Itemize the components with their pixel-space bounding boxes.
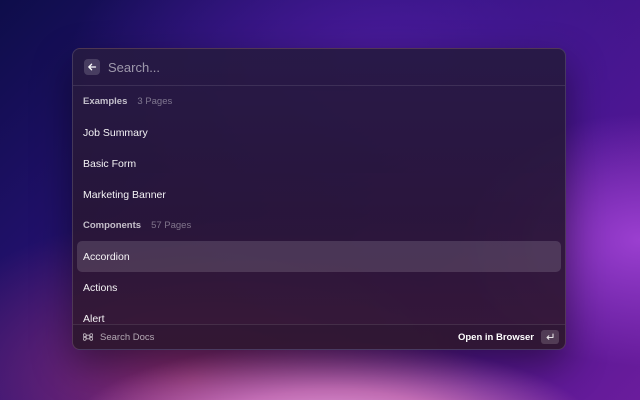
search-input[interactable] <box>108 59 565 75</box>
list-item-label: Basic Form <box>83 157 137 170</box>
desktop-background: Examples 3 Pages Job Summary Basic Form … <box>0 0 640 400</box>
section-count: 3 Pages <box>137 96 173 107</box>
list-item-label: Job Summary <box>83 126 148 139</box>
results-list: Examples 3 Pages Job Summary Basic Form … <box>73 86 565 326</box>
open-in-browser-label: Open in Browser <box>457 331 534 343</box>
section-header-components: Components 57 Pages <box>77 210 561 241</box>
search-docs-label: Search Docs <box>100 331 155 343</box>
search-docs-button[interactable]: Search Docs <box>83 332 154 343</box>
list-item-label: Marketing Banner <box>83 188 166 201</box>
search-bar <box>73 49 565 86</box>
palette-footer: Search Docs Open in Browser <box>73 324 565 349</box>
list-item-job-summary[interactable]: Job Summary <box>77 117 561 148</box>
enter-key-icon <box>541 330 559 344</box>
list-item-accordion[interactable]: Accordion <box>77 241 561 272</box>
list-item-label: Accordion <box>83 250 130 263</box>
section-title: Examples <box>83 96 128 107</box>
arrow-left-icon <box>87 62 97 72</box>
command-palette: Examples 3 Pages Job Summary Basic Form … <box>72 48 566 350</box>
command-icon <box>83 332 93 342</box>
list-item-label: Alert <box>83 312 105 325</box>
list-item-actions[interactable]: Actions <box>77 272 561 303</box>
back-button[interactable] <box>84 59 100 75</box>
open-in-browser-button[interactable]: Open in Browser <box>458 330 559 344</box>
list-item-marketing-banner[interactable]: Marketing Banner <box>77 179 561 210</box>
list-item-label: Actions <box>83 281 118 294</box>
list-item-basic-form[interactable]: Basic Form <box>77 148 561 179</box>
section-header-examples: Examples 3 Pages <box>77 86 561 117</box>
section-count: 57 Pages <box>151 220 192 231</box>
section-title: Components <box>83 220 142 231</box>
